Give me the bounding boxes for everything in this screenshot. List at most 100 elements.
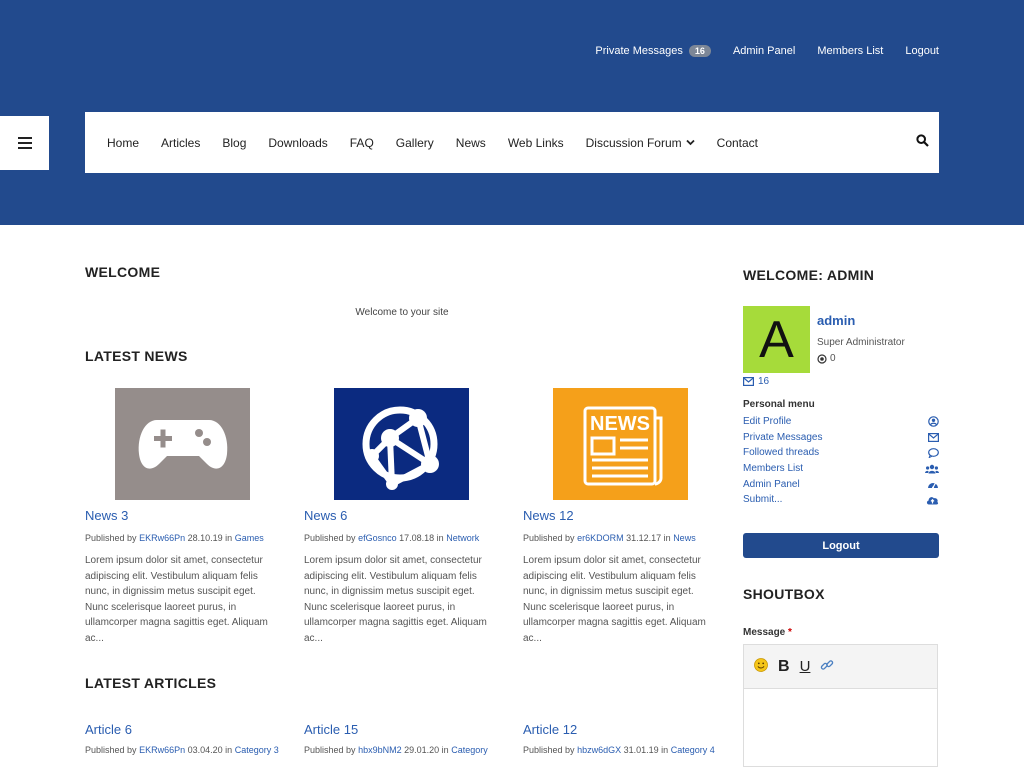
messages-count: 16 [758,376,770,387]
nav-gallery[interactable]: Gallery [396,136,434,150]
personal-menu-label: Personal menu [743,399,815,410]
in-label: in [225,533,233,543]
message-label: Message * [743,627,792,638]
smiley-icon [754,657,768,672]
smiley-button[interactable] [754,657,768,676]
publish-date: 28.10.19 [187,533,223,543]
author-link[interactable]: er6KDORM [577,533,624,543]
username-link[interactable]: admin [817,313,855,328]
members-list-link[interactable]: Members List [817,45,883,57]
envelope-icon [928,432,939,442]
category-link[interactable]: Category 3 [235,745,279,755]
news-meta: Published by efGosnco 17.08.18 in Networ… [304,533,500,543]
nav-articles[interactable]: Articles [161,136,200,150]
author-link[interactable]: hbx9bNM2 [358,745,402,755]
nav-web-links[interactable]: Web Links [508,136,564,150]
nav-news[interactable]: News [456,136,486,150]
bold-button[interactable]: B [778,658,790,676]
category-link[interactable]: Category [451,745,488,755]
envelope-icon [743,377,754,386]
published-by-label: Published by [85,745,137,755]
nav-discussion-forum-label: Discussion Forum [585,135,682,150]
svg-text:NEWS: NEWS [590,413,650,435]
article-title[interactable]: Article 15 [304,722,488,737]
points-icon [817,353,827,364]
menu-label: Private Messages [743,431,823,443]
welcome-heading: WELCOME [85,264,161,280]
avatar[interactable]: A [743,306,810,373]
message-textarea[interactable] [743,689,938,767]
latest-articles-heading: LATEST ARTICLES [85,675,217,691]
user-role: Super Administrator [817,337,905,348]
menu-toggle-button[interactable] [0,116,49,170]
publish-date: 17.08.18 [399,533,435,543]
author-link[interactable]: hbzw6dGX [577,745,621,755]
news-thumbnail[interactable]: NEWS [553,388,688,500]
nav-discussion-forum[interactable]: Discussion Forum [586,136,695,150]
pm-count-badge: 16 [688,45,711,57]
news-thumbnail[interactable] [334,388,469,500]
nav-contact[interactable]: Contact [717,136,758,150]
user-points: 0 [817,353,836,364]
article-item: Article 6 Published by EKRw66Pn 03.04.20… [85,722,279,755]
published-by-label: Published by [304,745,356,755]
nav-downloads[interactable]: Downloads [268,136,327,150]
menu-followed-threads[interactable]: Followed threads [743,445,939,461]
author-link[interactable]: EKRw66Pn [139,745,185,755]
newspaper-icon: NEWS [583,406,662,486]
users-icon [925,464,939,474]
article-meta: Published by EKRw66Pn 03.04.20 in Catego… [85,745,279,755]
news-meta: Published by er6KDORM 31.12.17 in News [523,533,719,543]
author-link[interactable]: efGosnco [358,533,397,543]
published-by-label: Published by [523,745,575,755]
nav-faq[interactable]: FAQ [350,136,374,150]
category-link[interactable]: Network [446,533,479,543]
news-card: News 6 Published by efGosnco 17.08.18 in… [304,388,500,646]
logout-button[interactable]: Logout [743,533,939,558]
menu-admin-panel[interactable]: Admin Panel [743,476,939,492]
in-label: in [663,533,671,543]
menu-private-messages[interactable]: Private Messages [743,430,939,446]
link-button[interactable] [820,658,834,676]
menu-submit[interactable]: Submit... [743,492,939,508]
menu-edit-profile[interactable]: Edit Profile [743,414,939,430]
editor-toolbar: B U [743,644,938,689]
underline-button[interactable]: U [800,658,811,675]
top-nav: Private Messages 16 Admin Panel Members … [595,45,939,57]
nav-home[interactable]: Home [107,136,139,150]
search-button[interactable] [916,134,929,152]
in-label: in [441,745,449,755]
menu-label: Members List [743,463,804,475]
admin-panel-link[interactable]: Admin Panel [733,45,795,57]
nav-blog[interactable]: Blog [222,136,246,150]
private-messages-link[interactable]: Private Messages 16 [595,45,711,57]
author-link[interactable]: EKRw66Pn [139,533,185,543]
menu-label: Edit Profile [743,416,792,428]
news-card: News 3 Published by EKRw66Pn 28.10.19 in… [85,388,281,646]
news-title[interactable]: News 6 [304,508,347,523]
news-thumbnail[interactable] [115,388,250,500]
points-value: 0 [830,353,836,364]
publish-date: 29.01.20 [404,745,440,755]
gamepad-icon [138,420,227,469]
message-label-text: Message [743,627,786,638]
news-title[interactable]: News 12 [523,508,574,523]
category-link[interactable]: Games [235,533,264,543]
category-link[interactable]: News [673,533,696,543]
published-by-label: Published by [304,533,356,543]
menu-label: Submit... [743,494,783,506]
latest-news-heading: LATEST NEWS [85,348,188,364]
messages-count-link[interactable]: 16 [743,376,769,387]
hamburger-icon [17,137,32,149]
menu-members-list[interactable]: Members List [743,461,939,477]
main-nav: Home Articles Blog Downloads FAQ Gallery… [85,112,939,173]
category-link[interactable]: Category 4 [671,745,715,755]
private-messages-label: Private Messages [595,45,683,57]
article-title[interactable]: Article 12 [523,722,715,737]
required-mark: * [788,627,792,638]
news-title[interactable]: News 3 [85,508,128,523]
article-title[interactable]: Article 6 [85,722,279,737]
logout-link[interactable]: Logout [905,45,939,57]
article-item: Article 15 Published by hbx9bNM2 29.01.2… [304,722,488,755]
news-card: NEWS News 12 Published by er6KDORM 31.12… [523,388,719,646]
